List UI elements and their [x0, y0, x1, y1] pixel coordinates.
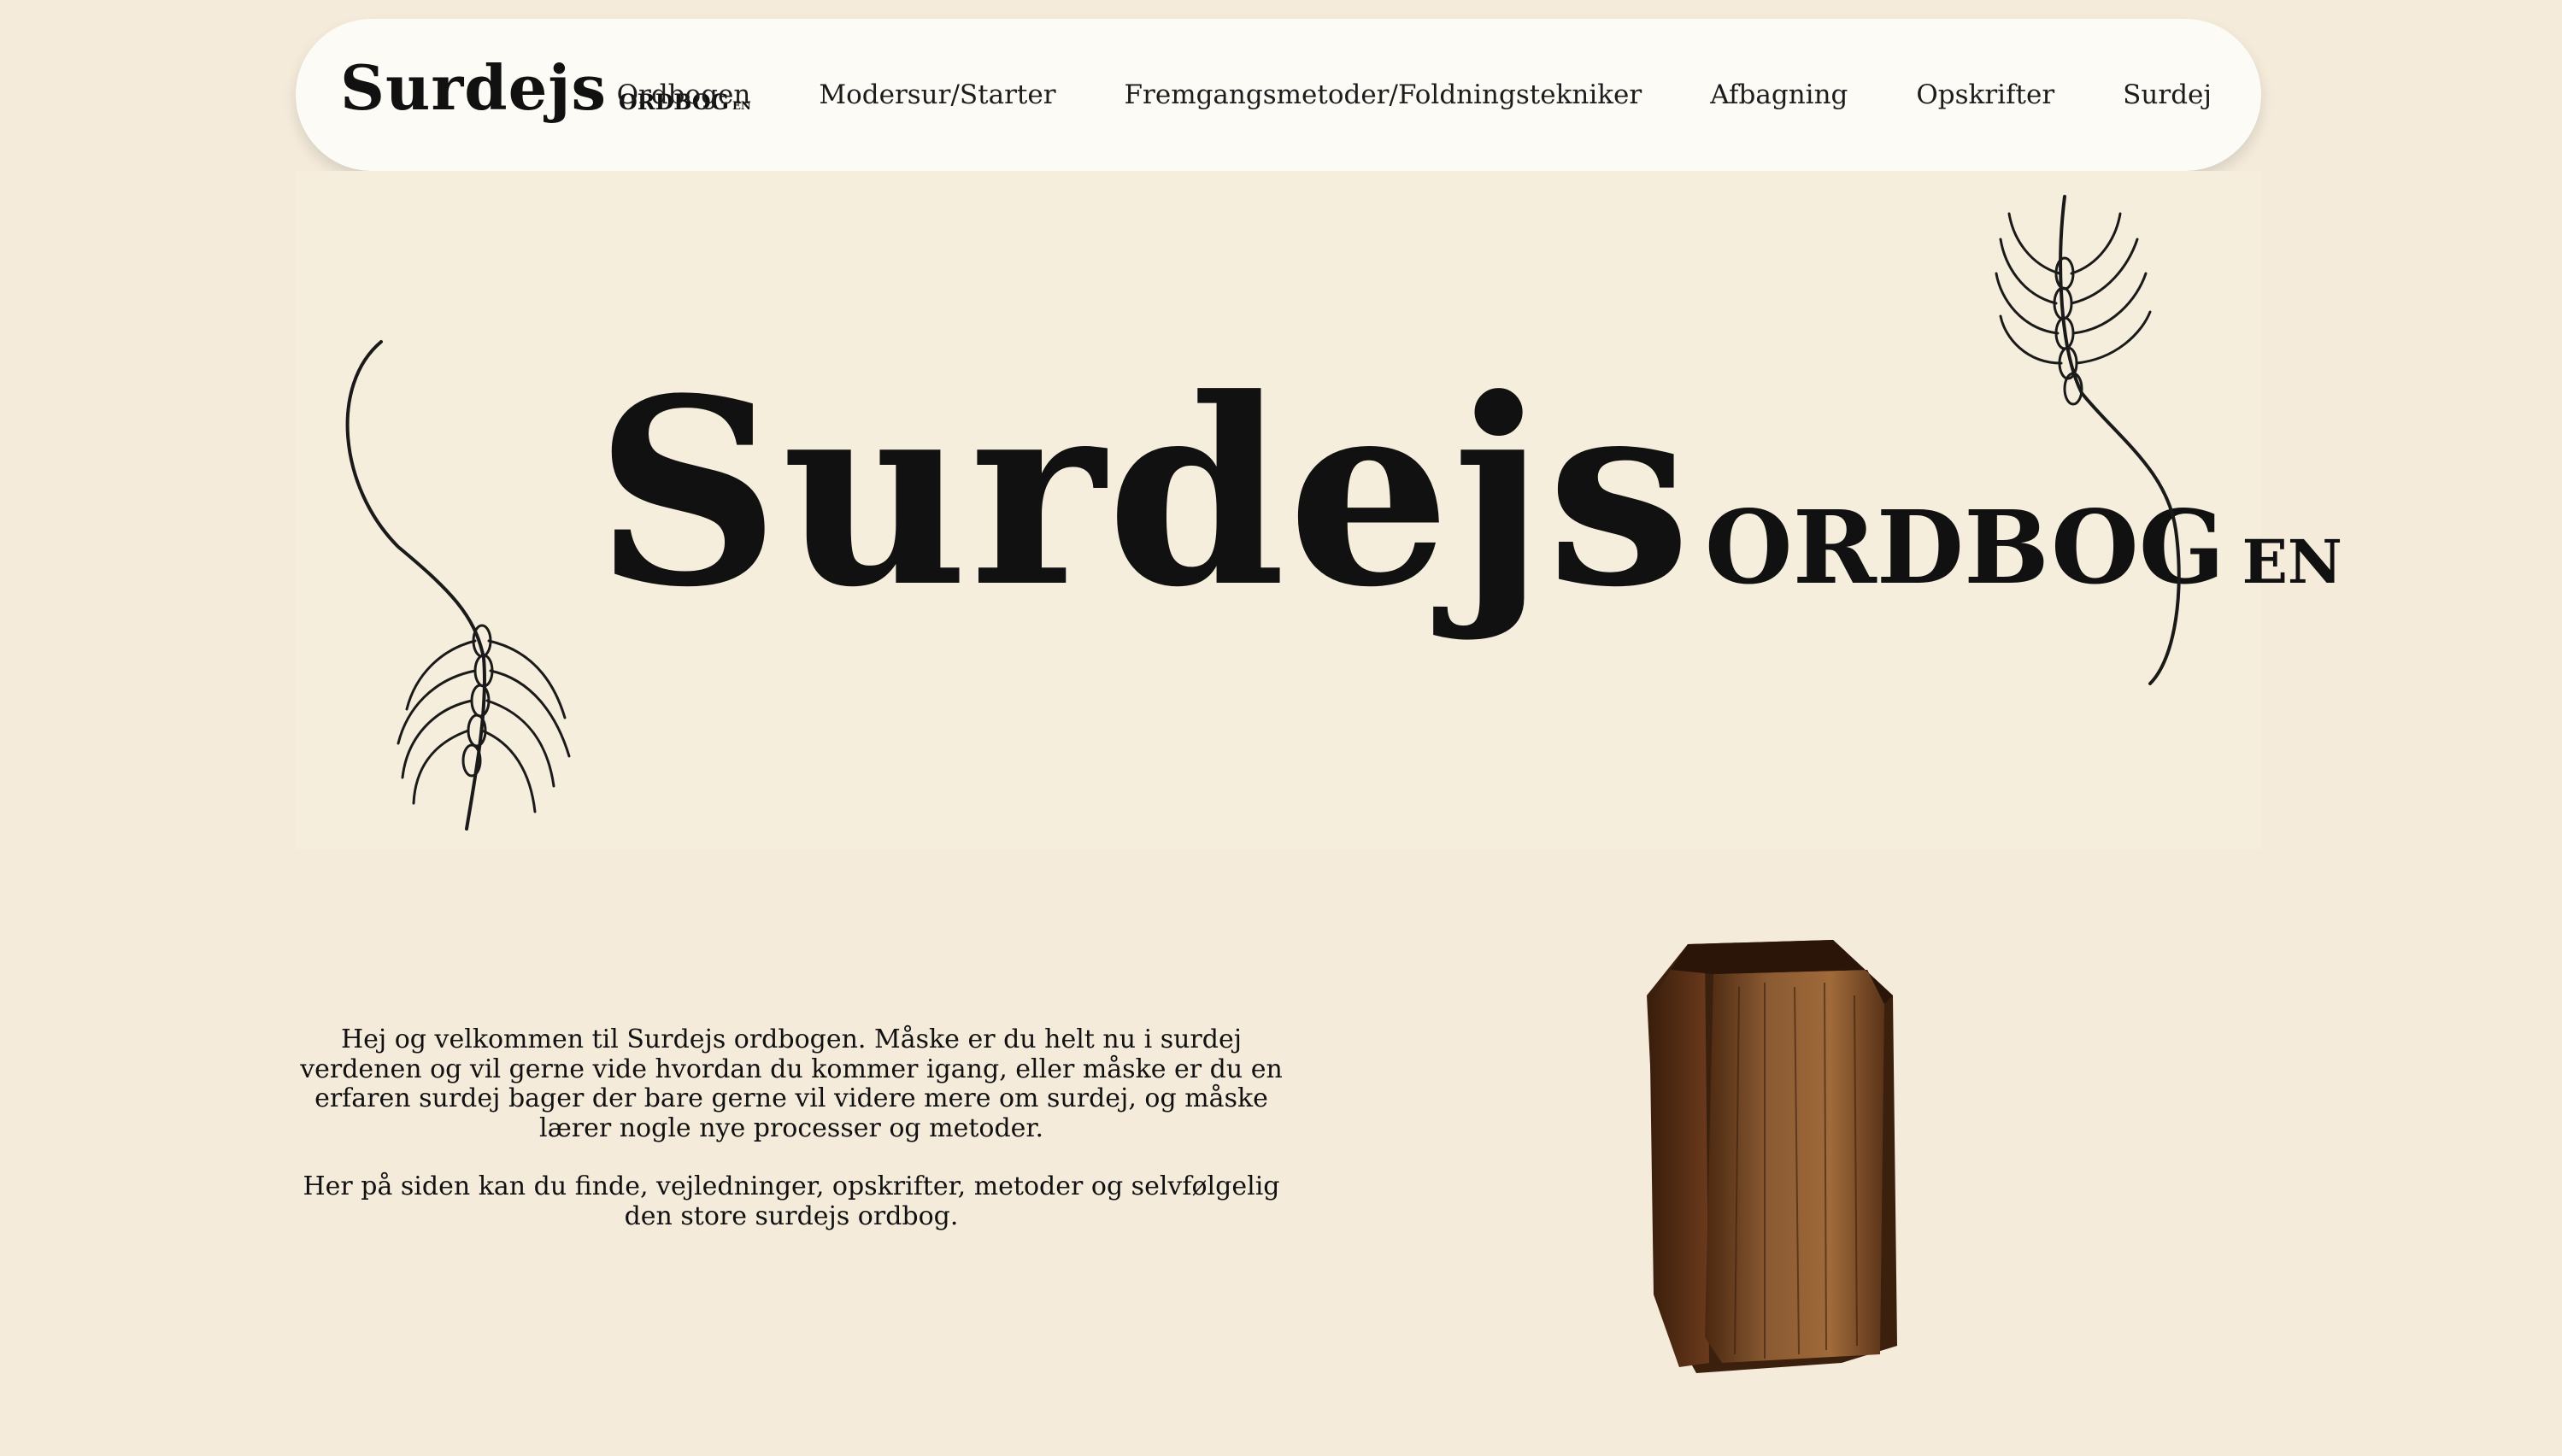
- old-book-image: [1647, 940, 1897, 1373]
- intro-text: Hej og velkommen til Surdejs ordbogen. M…: [296, 1024, 1287, 1260]
- nav-link-opskrifter[interactable]: Opskrifter: [1916, 79, 2054, 110]
- nav-link-fremgangsmetoder[interactable]: Fremgangsmetoder/Foldningstekniker: [1125, 79, 1642, 110]
- nav-links: Ordbogen Modersur/Starter Fremgangsmetod…: [549, 19, 2212, 171]
- wheat-right-icon: [1995, 195, 2181, 685]
- top-navbar: Surdejs ORDBOG EN Ordbogen Modersur/Starte…: [296, 19, 2261, 171]
- intro-paragraph-1: Hej og velkommen til Surdejs ordbogen. M…: [300, 1024, 1283, 1143]
- nav-link-modersur[interactable]: Modersur/Starter: [819, 79, 1055, 110]
- hero-banner: Surdejs ORDBOG EN: [296, 171, 2342, 849]
- intro-paragraph-2: Her på siden kan du finde, vejledninger,…: [303, 1171, 1280, 1231]
- hero-lang: EN: [2242, 526, 2342, 597]
- hero-title: Surdejs: [595, 342, 1693, 643]
- nav-link-surdej[interactable]: Surdej: [2123, 79, 2212, 110]
- nav-link-afbagning[interactable]: Afbagning: [1710, 79, 1848, 110]
- wheat-left-icon: [345, 340, 571, 831]
- nav-link-ordbogen[interactable]: Ordbogen: [617, 79, 751, 110]
